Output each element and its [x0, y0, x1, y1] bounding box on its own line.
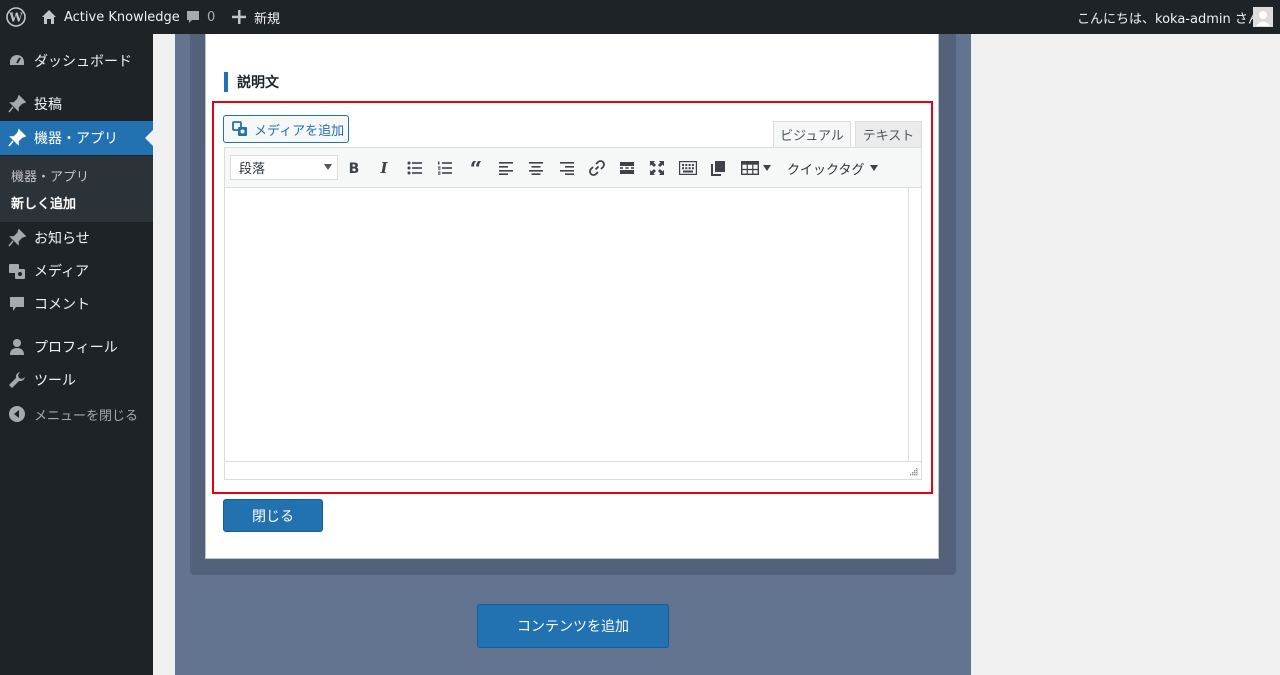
section-title: 説明文 — [237, 75, 279, 91]
heading-accent-bar — [224, 72, 228, 92]
avatar[interactable] — [1253, 7, 1273, 27]
sidebar-item-posts[interactable]: 投稿 — [0, 87, 153, 121]
sidebar-item-label: ツール — [34, 373, 76, 389]
highlight-box — [212, 101, 933, 494]
comments-count[interactable]: 0 — [207, 0, 215, 34]
site-name-link[interactable]: Active Knowledge — [64, 0, 180, 34]
sidebar-item-dashboard[interactable]: ダッシュボード — [0, 44, 153, 78]
sidebar-item-label: メディア — [34, 264, 90, 280]
sidebar-item-label: ダッシュボード — [34, 54, 132, 70]
section-heading: 説明文 — [224, 72, 279, 92]
sidebar-collapse-menu[interactable]: メニューを閉じる — [0, 397, 153, 431]
submenu: 機器・アプリ 新しく追加 — [0, 156, 153, 222]
media-icon — [8, 262, 26, 280]
sidebar-item-tools[interactable]: ツール — [0, 363, 153, 397]
sidebar-item-profile[interactable]: プロフィール — [0, 330, 153, 364]
admin-bar: W Active Knowledge 0 新規 こんにちは、koka-admin… — [0, 0, 1280, 34]
collapse-icon — [8, 405, 26, 423]
sidebar-item-label: お知らせ — [34, 231, 90, 247]
pin-icon — [8, 228, 27, 247]
comment-bubble-icon[interactable] — [185, 0, 201, 34]
sidebar-item-label: プロフィール — [34, 340, 118, 356]
sidebar-item-label: 機器・アプリ — [34, 131, 118, 147]
sidebar-item-label: 投稿 — [34, 97, 62, 113]
account-greeting[interactable]: こんにちは、koka-admin さん — [1077, 0, 1261, 34]
pin-icon — [8, 94, 27, 113]
home-icon[interactable] — [41, 0, 57, 34]
wordpress-logo-icon[interactable]: W — [6, 0, 26, 34]
user-icon — [8, 338, 26, 356]
add-content-button[interactable]: コンテンツを追加 — [477, 604, 669, 648]
new-content-link[interactable]: 新規 — [254, 0, 280, 34]
sidebar-item-media[interactable]: メディア — [0, 254, 153, 288]
close-button[interactable]: 閉じる — [223, 499, 323, 532]
sidebar-item-label: コメント — [34, 297, 90, 313]
sidebar-item-news[interactable]: お知らせ — [0, 221, 153, 255]
pin-icon — [8, 128, 27, 147]
wrench-icon — [8, 371, 26, 389]
dashboard-icon — [8, 52, 26, 70]
submenu-item-add-new[interactable]: 新しく追加 — [11, 193, 76, 212]
submenu-item-all[interactable]: 機器・アプリ — [11, 166, 89, 185]
comment-icon — [8, 295, 26, 313]
svg-text:W: W — [8, 11, 23, 25]
sidebar-item-devices-apps[interactable]: 機器・アプリ — [0, 121, 153, 155]
sidebar-item-comments[interactable]: コメント — [0, 287, 153, 321]
admin-sidebar: ダッシュボード 投稿 機器・アプリ 機器・アプリ 新しく追加 お知らせ メディア… — [0, 34, 153, 675]
plus-icon[interactable] — [232, 0, 246, 34]
sidebar-item-label: メニューを閉じる — [34, 408, 139, 424]
